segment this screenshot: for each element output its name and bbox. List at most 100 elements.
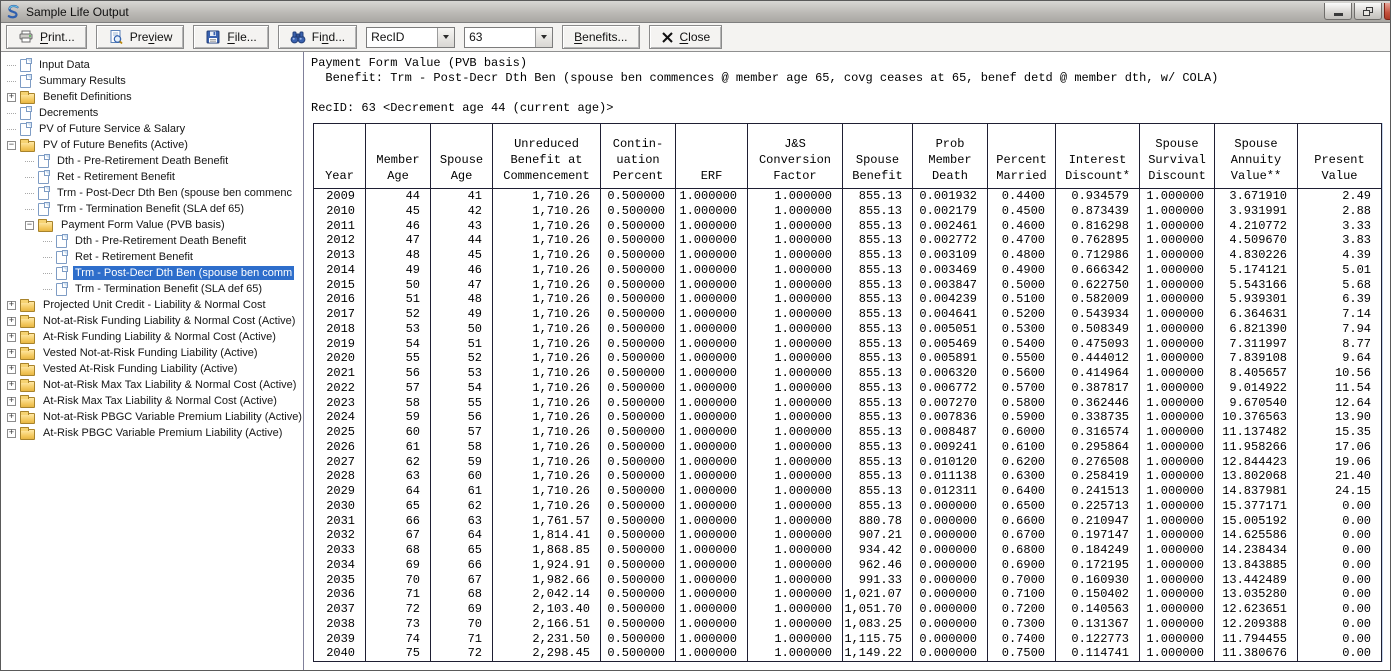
table-cell: 0.131367 [1056, 617, 1140, 632]
tree-item-label: Payment Form Value (PVB basis) [59, 218, 227, 232]
table-cell: 46 [366, 219, 431, 234]
table-cell: 1.000000 [748, 425, 843, 440]
table-cell: 0.00 [1298, 543, 1382, 558]
tree-item[interactable]: Decrements [3, 105, 303, 121]
table-cell: 2024 [314, 410, 366, 425]
tree-item-label: Trm - Termination Benefit (SLA def 65) [55, 202, 246, 216]
table-cell: 12.64 [1298, 396, 1382, 411]
tree-item[interactable]: Dth - Pre-Retirement Death Benefit [3, 233, 303, 249]
tree-item[interactable]: +Projected Unit Credit - Liability & Nor… [3, 297, 303, 313]
file-button[interactable]: File... [193, 25, 268, 49]
table-row: 201550471,710.260.5000001.0000001.000000… [314, 278, 1382, 293]
table-cell: 855.13 [843, 219, 913, 234]
table-cell: 2019 [314, 337, 366, 352]
expand-icon[interactable]: + [7, 365, 16, 374]
close-output-button[interactable]: Close [649, 25, 723, 49]
tree-item[interactable]: Trm - Post-Decr Dth Ben (spouse ben comm [3, 265, 303, 281]
tree-item[interactable]: Trm - Termination Benefit (SLA def 65) [3, 201, 303, 217]
table-cell: 0.4900 [988, 263, 1056, 278]
table-cell: 1,710.26 [493, 499, 601, 514]
table-cell: 3.33 [1298, 219, 1382, 234]
print-button[interactable]: Print... [6, 25, 87, 49]
table-cell: 7.14 [1298, 307, 1382, 322]
folder-icon [20, 301, 35, 312]
tree-item[interactable]: +Not-at-Risk Funding Liability & Normal … [3, 313, 303, 329]
expand-icon[interactable]: + [7, 381, 16, 390]
table-cell: 0.475093 [1056, 337, 1140, 352]
expand-icon[interactable]: + [7, 333, 16, 342]
table-cell: 59 [431, 455, 493, 470]
dropdown-arrow-icon[interactable] [437, 28, 454, 47]
table-cell: 73 [366, 617, 431, 632]
table-cell: 68 [431, 587, 493, 602]
column-header: InterestDiscount* [1056, 124, 1140, 189]
tree-item-label: Not-at-Risk PBGC Variable Premium Liabil… [41, 410, 303, 424]
table-cell: 0.500000 [601, 204, 676, 219]
minimize-button[interactable] [1324, 3, 1352, 20]
tree-item[interactable]: +Vested At-Risk Funding Liability (Activ… [3, 361, 303, 377]
tree-connector [7, 113, 16, 114]
tree-item[interactable]: Ret - Retirement Benefit [3, 249, 303, 265]
tree-item[interactable]: + Benefit Definitions [3, 89, 303, 105]
dropdown-arrow-icon[interactable] [535, 28, 552, 47]
document-icon [20, 123, 31, 136]
table-cell: 3.83 [1298, 233, 1382, 248]
close-button[interactable] [1384, 3, 1390, 20]
expand-icon[interactable]: + [7, 413, 16, 422]
tree-item[interactable]: +At-Risk Funding Liability & Normal Cost… [3, 329, 303, 345]
table-cell: 0.4700 [988, 233, 1056, 248]
tree-item[interactable]: Dth - Pre-Retirement Death Benefit [3, 153, 303, 169]
column-header: ERF [676, 124, 748, 189]
tree-item-label: At-Risk PBGC Variable Premium Liability … [41, 426, 284, 440]
tree-item[interactable]: Summary Results [3, 73, 303, 89]
tree-item[interactable]: +Vested Not-at-Risk Funding Liability (A… [3, 345, 303, 361]
tree-item[interactable]: Trm - Post-Decr Dth Ben (spouse ben comm… [3, 185, 303, 201]
tree-item[interactable]: Trm - Termination Benefit (SLA def 65) [3, 281, 303, 297]
table-row: 203974712,231.500.5000001.0000001.000000… [314, 632, 1382, 647]
preview-button[interactable]: Preview [96, 25, 185, 49]
table-cell: 2027 [314, 455, 366, 470]
collapse-icon[interactable]: − [7, 141, 16, 150]
benefits-button[interactable]: Benefits... [562, 25, 639, 49]
tree-item-label: Benefit Definitions [41, 90, 134, 104]
table-cell: 21.40 [1298, 469, 1382, 484]
tree-item[interactable]: −PV of Future Benefits (Active) [3, 137, 303, 153]
tree-item-label: Not-at-Risk Max Tax Liability & Normal C… [41, 378, 298, 392]
find-button[interactable]: Find... [278, 25, 357, 49]
tree-item[interactable]: Ret - Retirement Benefit [3, 169, 303, 185]
table-cell: 1.000000 [1140, 469, 1215, 484]
expand-icon[interactable]: + [7, 349, 16, 358]
table-cell: 67 [366, 528, 431, 543]
tree-item[interactable]: + Not-at-Risk Max Tax Liability & Normal … [3, 377, 303, 393]
table-cell: 46 [431, 263, 493, 278]
tree-item[interactable]: Input Data [3, 57, 303, 73]
table-cell: 56 [431, 410, 493, 425]
tree-item[interactable]: + Not-at-Risk PBGC Variable Premium Liabi… [3, 409, 303, 425]
expand-icon[interactable]: + [7, 301, 16, 310]
table-cell: 991.33 [843, 573, 913, 588]
recid-value-combo[interactable]: 63 [464, 27, 553, 48]
expand-icon[interactable]: + [7, 93, 16, 102]
table-row: 202055521,710.260.5000001.0000001.000000… [314, 351, 1382, 366]
table-cell: 2026 [314, 440, 366, 455]
table-cell: 6.821390 [1215, 322, 1298, 337]
recid-field-combo[interactable]: RecID [366, 27, 455, 48]
expand-icon[interactable]: + [7, 397, 16, 406]
table-cell: 0.500000 [601, 278, 676, 293]
tree-item[interactable]: − Payment Form Value (PVB basis) [3, 217, 303, 233]
expand-icon[interactable]: + [7, 317, 16, 326]
table-cell: 1.000000 [676, 322, 748, 337]
document-icon [38, 171, 49, 184]
expand-icon[interactable]: + [7, 429, 16, 438]
folder-icon [20, 349, 35, 360]
tree-item[interactable]: +At-Risk Max Tax Liability & Normal Cost… [3, 393, 303, 409]
tree-item[interactable]: + At-Risk PBGC Variable Premium Liability… [3, 425, 303, 441]
tree-item[interactable]: PV of Future Service & Salary [3, 121, 303, 137]
table-cell: 1.000000 [748, 189, 843, 204]
table-cell: 2010 [314, 204, 366, 219]
table-cell: 4.509670 [1215, 233, 1298, 248]
table-cell: 0.6600 [988, 514, 1056, 529]
table-cell: 9.64 [1298, 351, 1382, 366]
collapse-icon[interactable]: − [25, 221, 34, 230]
restore-button[interactable] [1354, 3, 1382, 20]
